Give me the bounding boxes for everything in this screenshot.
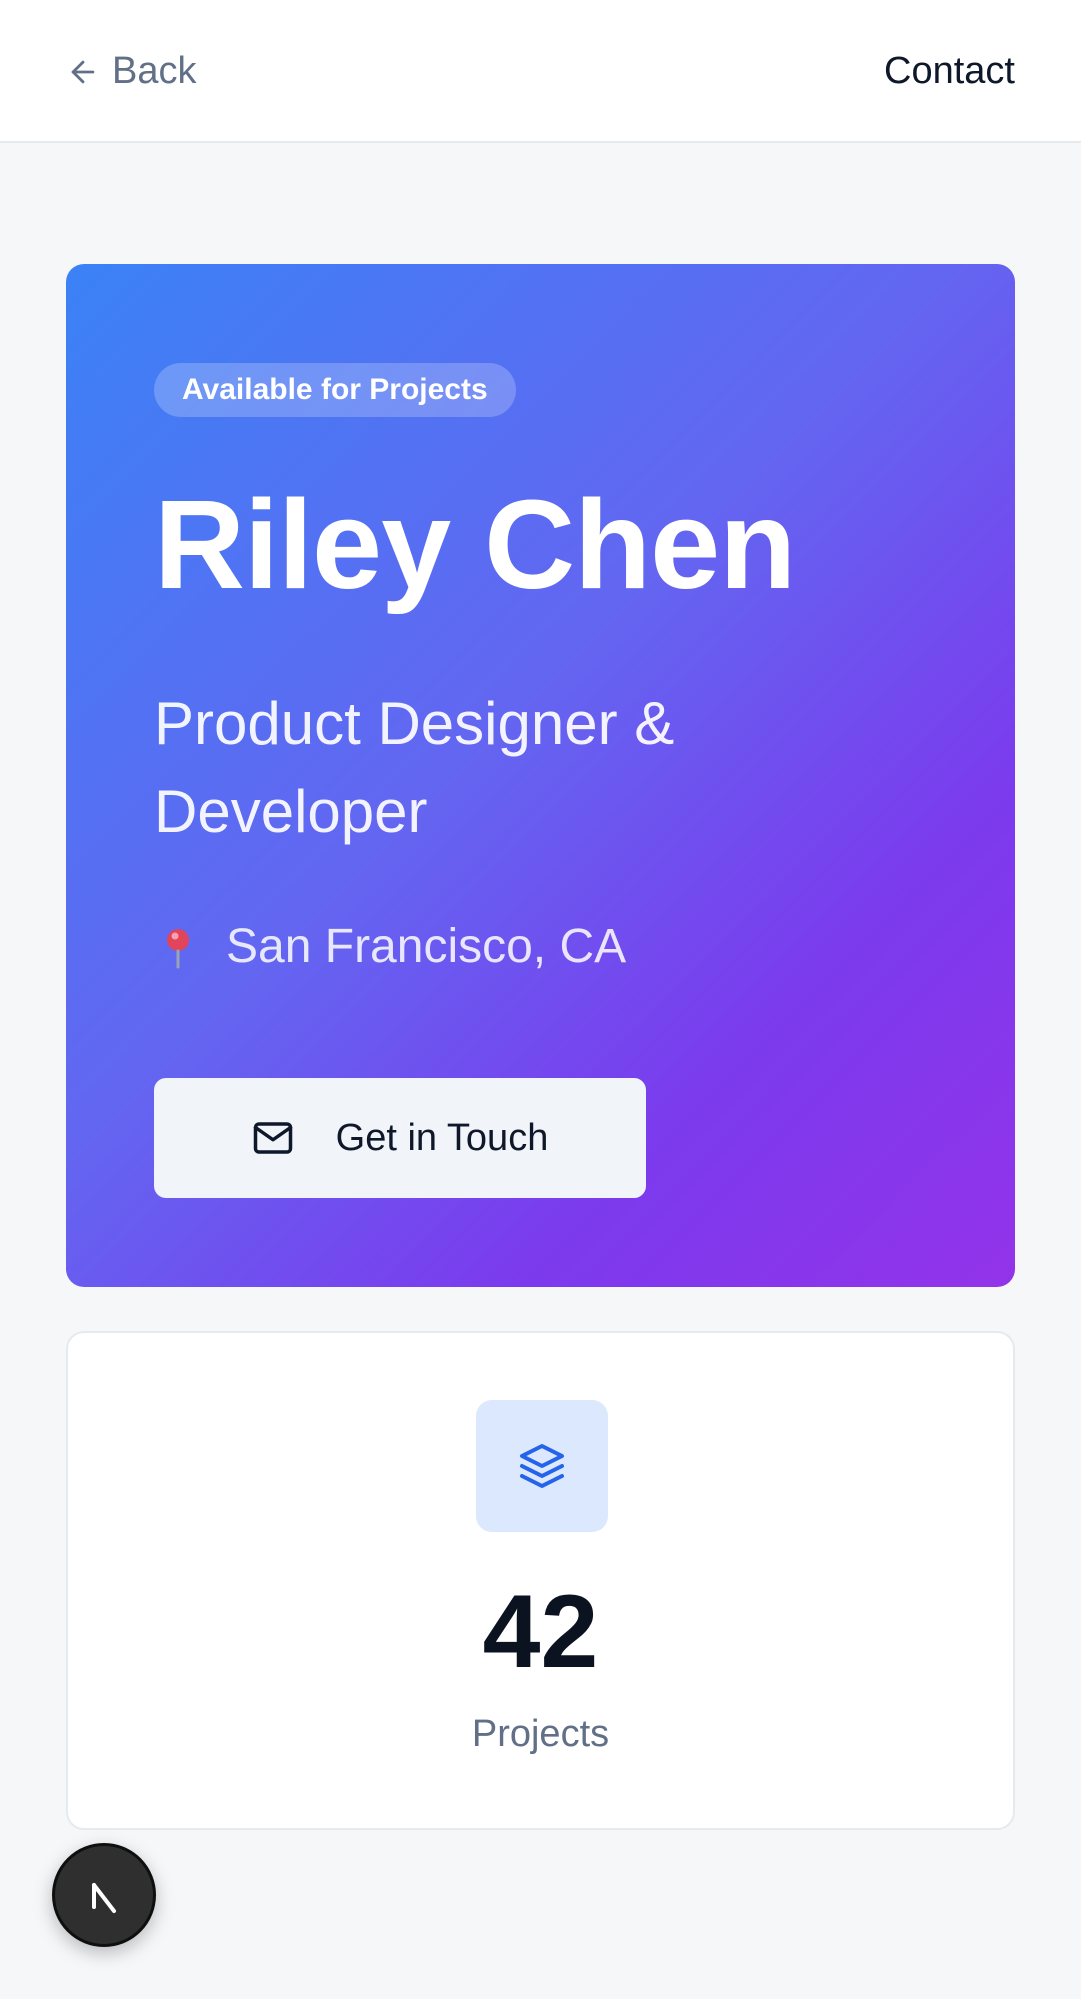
nextjs-dev-button[interactable] xyxy=(52,1843,156,1947)
location-text: San Francisco, CA xyxy=(226,920,627,973)
back-button[interactable]: Back xyxy=(66,50,196,93)
location-row: San Francisco, CA xyxy=(154,919,626,974)
profile-role: Product Designer & Developer xyxy=(154,690,675,845)
layers-icon xyxy=(520,1444,564,1488)
mail-icon xyxy=(253,1122,292,1154)
projects-label: Projects xyxy=(471,1713,610,1755)
get-in-touch-label: Get in Touch xyxy=(335,1116,549,1159)
top-bar: Back Contact xyxy=(0,0,1081,143)
back-label: Back xyxy=(112,50,197,92)
availability-badge: Available for Projects xyxy=(154,363,516,417)
stat-icon-container xyxy=(476,1400,608,1532)
contact-link[interactable]: Contact xyxy=(884,50,1015,93)
hero-card: Available for Projects Riley Chen Produc… xyxy=(66,264,1015,1287)
nextjs-icon xyxy=(92,1883,116,1913)
projects-stat-card: 42 Projects xyxy=(66,1331,1015,1830)
arrow-left-icon xyxy=(71,60,95,83)
get-in-touch-button[interactable]: Get in Touch xyxy=(154,1078,646,1198)
profile-name: Riley Chen xyxy=(154,474,796,615)
map-pin-icon xyxy=(167,928,189,968)
projects-count: 42 xyxy=(482,1574,599,1690)
